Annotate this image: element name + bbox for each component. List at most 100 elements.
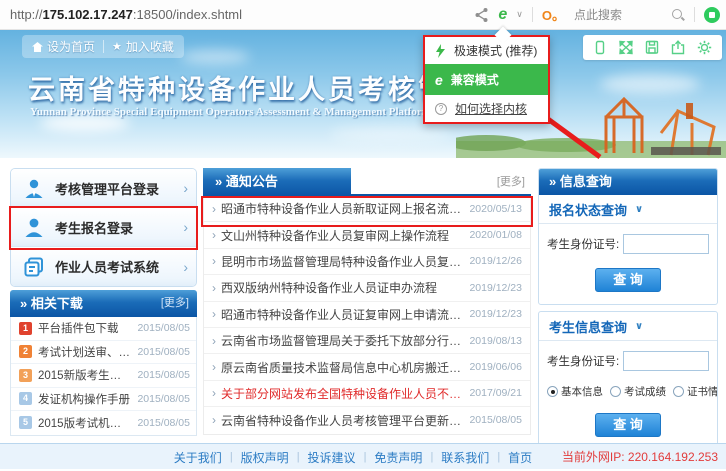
menu-item-compat-mode[interactable]: e 兼容模式 xyxy=(425,64,548,95)
notices-header: 通知公告 [更多] xyxy=(203,168,531,196)
downloads-list: 1 平台插件包下载 2015/08/05 2 考试计划送审、审核 ... 201… xyxy=(10,317,197,436)
gear-icon[interactable] xyxy=(697,40,712,55)
search-input[interactable]: 点此搜索 xyxy=(574,6,662,23)
footer-link-home[interactable]: 首页 xyxy=(508,449,532,466)
footer-link-complaint[interactable]: 投诉建议 xyxy=(308,449,356,466)
radio-certificate[interactable]: 证书情况 xyxy=(673,384,718,399)
id-number-input[interactable] xyxy=(623,234,709,254)
notice-date: 2015/08/05 xyxy=(469,414,522,426)
search-icon[interactable] xyxy=(671,8,685,22)
download-item[interactable]: 4 发证机构操作手册 2015/08/05 xyxy=(11,388,196,412)
login-item-assessment-platform[interactable]: 考核管理平台登录 › xyxy=(11,169,196,208)
notice-item[interactable]: 关于部分网站发布全国特种设备作业人员不实信息... 2017/09/21 xyxy=(204,381,530,407)
footer-link-copyright[interactable]: 版权声明 xyxy=(241,449,289,466)
downloads-more-link[interactable]: [更多] xyxy=(161,290,189,317)
download-date: 2015/08/05 xyxy=(137,417,190,429)
footer: 关于我们 | 版权声明 | 投诉建议 | 免责声明 | 联系我们 | 首页 当前… xyxy=(0,443,726,469)
menu-item-kernel-help[interactable]: 如何选择内核 xyxy=(425,95,548,122)
info-query-header: 信息查询 xyxy=(539,169,717,195)
candidate-info-form: 考生身份证号: 基本信息 考试成绩 证书情况 查 询 xyxy=(539,341,717,449)
url-prefix: http:// xyxy=(10,7,43,22)
add-favorite-link[interactable]: ★ 加入收藏 xyxy=(112,38,174,55)
radio-icon xyxy=(673,386,684,397)
notice-item[interactable]: 云南省市场监督管理局关于委托下放部分行政许可... 2019/08/13 xyxy=(204,328,530,354)
notices-tab[interactable]: 通知公告 xyxy=(203,168,351,196)
notice-date: 2017/09/21 xyxy=(469,387,522,399)
mobile-icon[interactable] xyxy=(593,40,607,55)
ie-icon: e xyxy=(435,73,443,87)
login-item-exam-system[interactable]: 作业人员考试系统 › xyxy=(11,247,196,286)
login-item-candidate-signup[interactable]: 考生报名登录 › xyxy=(11,208,196,247)
set-homepage-link[interactable]: 设为首页 xyxy=(32,38,95,55)
notice-item[interactable]: 云南省特种设备作业人员考核管理平台更新至20... 2015/08/05 xyxy=(204,407,530,433)
notices-panel: 通知公告 [更多] 昭通市特种设备作业人员新取证网上报名流程NEW 2020/0… xyxy=(203,168,531,435)
downloads-panel: 相关下载 [更多] 1 平台插件包下载 2015/08/05 2 考试计划送审、… xyxy=(10,290,197,436)
search-engine-logo: O。 xyxy=(542,5,565,24)
download-label: 2015新版考生操作... xyxy=(38,367,131,383)
save-icon[interactable] xyxy=(645,40,659,55)
notice-label: 云南省市场监督管理局关于委托下放部分行政许可... xyxy=(221,332,464,349)
radio-basic-info[interactable]: 基本信息 xyxy=(547,384,603,399)
rank-badge: 3 xyxy=(19,369,32,382)
download-item[interactable]: 2 考试计划送审、审核 ... 2015/08/05 xyxy=(11,341,196,365)
url-host: 175.102.17.247 xyxy=(43,7,133,22)
footer-link-disclaimer[interactable]: 免责声明 xyxy=(374,449,422,466)
address-bar[interactable]: http://175.102.17.247:18500/index.shtml xyxy=(10,0,242,29)
footer-divider: | xyxy=(364,451,367,463)
candidate-info-section-header[interactable]: 考生信息查询 ∨ xyxy=(539,312,717,341)
notice-label: 云南省特种设备作业人员考核管理平台更新至20... xyxy=(221,412,464,429)
notice-label: 昭通市特种设备作业人员证复审网上申请流程及相... xyxy=(221,306,464,323)
notice-item[interactable]: 原云南省质量技术监督局信息中心机房搬迁公告 2019/06/06 xyxy=(204,354,530,380)
set-homepage-label: 设为首页 xyxy=(47,38,95,55)
notice-item[interactable]: 昭通市特种设备作业人员证复审网上申请流程及相... 2019/12/23 xyxy=(204,302,530,328)
extension-icon[interactable] xyxy=(704,7,720,23)
query-button[interactable]: 查 询 xyxy=(595,268,661,292)
share-icon[interactable] xyxy=(474,7,489,23)
chevron-down-icon: ∨ xyxy=(635,321,643,332)
download-item[interactable]: 1 平台插件包下载 2015/08/05 xyxy=(11,317,196,341)
chevron-right-icon: › xyxy=(183,219,188,235)
notice-item[interactable]: 西双版纳州特种设备作业人员证申办流程 2019/12/23 xyxy=(204,275,530,301)
download-label: 平台插件包下载 xyxy=(38,320,131,336)
download-item[interactable]: 3 2015新版考生操作... 2015/08/05 xyxy=(11,364,196,388)
notice-item[interactable]: 文山州特种设备作业人员复审网上操作流程 2020/01/08 xyxy=(204,222,530,248)
notice-date: 2019/06/06 xyxy=(469,361,522,373)
menu-item-speed-mode[interactable]: 极速模式 (推荐) xyxy=(425,37,548,64)
download-label: 2015版考试机构操... xyxy=(38,415,131,431)
home-icon xyxy=(32,42,43,52)
exam-card-icon xyxy=(23,256,45,278)
notice-label: 西双版纳州特种设备作业人员证申办流程 xyxy=(221,279,464,296)
download-date: 2015/08/05 xyxy=(137,346,190,358)
download-date: 2015/08/05 xyxy=(137,369,190,381)
ip-value: 220.164.192.253 xyxy=(628,450,718,464)
radio-exam-score[interactable]: 考试成绩 xyxy=(610,384,666,399)
footer-links: 关于我们 | 版权声明 | 投诉建议 | 免责声明 | 联系我们 | 首页 xyxy=(150,444,556,470)
download-item[interactable]: 5 2015版考试机构操... 2015/08/05 xyxy=(11,411,196,435)
download-date: 2015/08/05 xyxy=(137,322,190,334)
notices-more-link[interactable]: [更多] xyxy=(497,168,525,196)
signup-status-section-header[interactable]: 报名状态查询 ∨ xyxy=(539,195,717,224)
radio-icon xyxy=(547,386,558,397)
question-icon xyxy=(435,103,447,115)
downloads-title: 相关下载 xyxy=(20,296,83,311)
cloud-decoration xyxy=(180,50,250,64)
export-icon[interactable] xyxy=(671,40,685,55)
radio-label: 证书情况 xyxy=(687,384,718,399)
site-banner: 设为首页 ★ 加入收藏 云南省特种设备作业人员考核管理平台 Yunnan Pro… xyxy=(0,30,726,158)
fullscreen-icon[interactable] xyxy=(619,40,633,55)
notice-item[interactable]: 昭通市特种设备作业人员新取证网上报名流程NEW 2020/05/13 xyxy=(204,196,530,222)
ie-mode-icon[interactable]: e xyxy=(498,7,507,23)
id-number-input[interactable] xyxy=(623,351,709,371)
url-rest: :18500/index.shtml xyxy=(133,7,242,22)
notice-item[interactable]: 昆明市市场监督管理局特种设备作业人员复审流程... 2019/12/26 xyxy=(204,249,530,275)
chevron-right-icon: › xyxy=(183,259,188,275)
footer-link-about[interactable]: 关于我们 xyxy=(174,449,222,466)
toolbar-divider xyxy=(532,7,533,22)
footer-link-contact[interactable]: 联系我们 xyxy=(441,449,489,466)
chevron-right-icon: › xyxy=(183,180,188,196)
query-button[interactable]: 查 询 xyxy=(595,413,661,437)
notice-label: 昆明市市场监督管理局特种设备作业人员复审流程... xyxy=(221,253,464,270)
mode-chevron-down-icon[interactable]: ∨ xyxy=(516,9,523,20)
external-ip: 当前外网IP: 220.164.192.253 xyxy=(562,444,718,470)
notice-label: 文山州特种设备作业人员复审网上操作流程 xyxy=(221,227,464,244)
